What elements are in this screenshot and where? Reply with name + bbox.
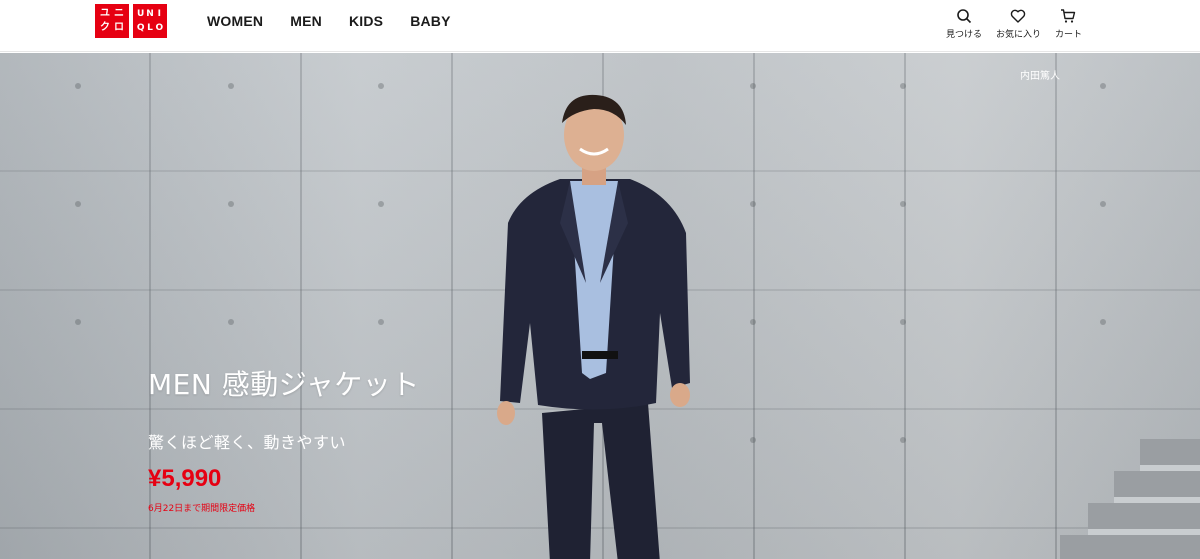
nav-item-baby[interactable]: BABY: [410, 13, 450, 29]
wall-hole: [750, 201, 756, 207]
site-header: ユ ニ ク ロ U N I Q L O WOMEN MEN KIDS BABY …: [0, 0, 1200, 52]
cart-button[interactable]: カート: [1055, 8, 1082, 40]
wall-hole: [1100, 83, 1106, 89]
search-button[interactable]: 見つける: [946, 8, 982, 40]
nav-item-kids[interactable]: KIDS: [349, 13, 383, 29]
favorites-label: お気に入り: [995, 30, 1041, 40]
wall-hole: [228, 83, 234, 89]
uniqlo-logo[interactable]: ユ ニ ク ロ U N I Q L O: [95, 4, 167, 38]
search-label: 見つける: [945, 30, 982, 40]
logo-char: L: [147, 22, 153, 33]
wall-hole: [75, 319, 81, 325]
logo-char: N: [146, 8, 154, 19]
hero-copy: MEN 感動ジャケット 驚くほど軽く、動きやすい ¥5,990 6月22日まで期…: [148, 363, 420, 514]
logo-katakana: ユ ニ ク ロ: [95, 4, 129, 38]
header-tools: 見つける お気に入り カート: [946, 8, 1082, 40]
logo-char: O: [155, 22, 164, 33]
main-nav: WOMEN MEN KIDS BABY: [207, 13, 451, 29]
wall-hole: [378, 319, 384, 325]
logo-char: U: [137, 8, 145, 19]
logo-char: ニ: [114, 8, 124, 19]
wall-hole: [900, 83, 906, 89]
logo-char: ク: [100, 22, 110, 33]
logo-char: ユ: [100, 8, 110, 19]
wall-hole: [1100, 201, 1106, 207]
wall-hole: [900, 437, 906, 443]
hero-subtitle: 驚くほど軽く、動きやすい: [148, 433, 347, 452]
favorites-button[interactable]: お気に入り: [996, 8, 1041, 40]
nav-item-women[interactable]: WOMEN: [207, 13, 263, 29]
model-photo: [497, 94, 690, 559]
hero-banner[interactable]: 内田篤人 MEN 感動ジャケット 驚くほど軽く、動きやすい ¥5,990 6月2…: [0, 53, 1200, 559]
cart-icon: [1060, 8, 1076, 24]
logo-latin: U N I Q L O: [133, 4, 167, 38]
wall-hole: [750, 319, 756, 325]
wall-hole: [75, 83, 81, 89]
search-icon: [956, 8, 972, 24]
wall-hole: [750, 83, 756, 89]
wall-hole: [75, 201, 81, 207]
cart-label: カート: [1054, 30, 1082, 40]
wall-hole: [750, 437, 756, 443]
wall-hole: [900, 201, 906, 207]
concrete-stairs: [1060, 439, 1200, 559]
wall-hole: [228, 319, 234, 325]
hero-title[interactable]: MEN 感動ジャケット: [148, 363, 420, 403]
wall-hole: [1100, 319, 1106, 325]
wall-hole: [378, 201, 384, 207]
heart-icon: [1010, 8, 1026, 24]
logo-char: Q: [136, 22, 145, 33]
hero-price-note: 6月22日まで期間限定価格: [148, 504, 256, 514]
model-credit: 内田篤人: [1020, 71, 1060, 82]
wall-hole: [228, 201, 234, 207]
hero-price: ¥5,990: [148, 465, 222, 492]
logo-char: ロ: [114, 22, 124, 33]
wall-hole: [900, 319, 906, 325]
wall-hole: [378, 83, 384, 89]
logo-char: I: [157, 8, 161, 19]
nav-item-men[interactable]: MEN: [290, 13, 322, 29]
